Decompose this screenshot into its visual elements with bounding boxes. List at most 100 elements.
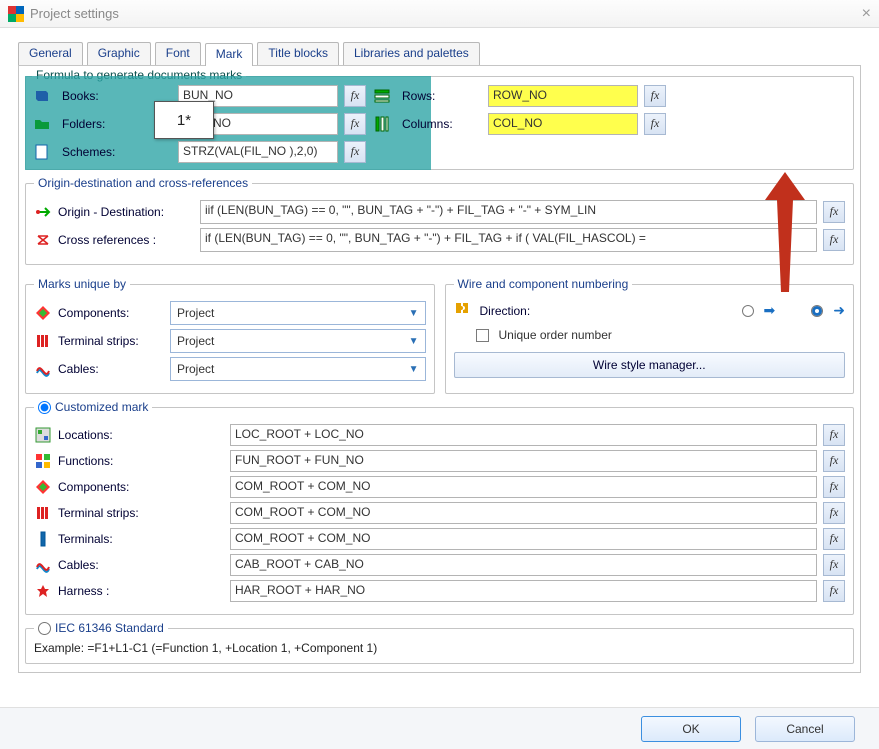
unique-components-label: Components:	[58, 306, 129, 320]
origin-section: Origin-destination and cross-references …	[25, 176, 854, 265]
custom-terminal-strips-label: Terminal strips:	[58, 506, 139, 520]
custom-cables-label: Cables:	[58, 558, 99, 572]
direction-radio-down[interactable]	[742, 305, 754, 317]
tstrip-icon	[34, 332, 52, 350]
app-icon	[8, 6, 24, 22]
schemes-formula-input[interactable]: STRZ(VAL(FIL_NO ),2,0)	[178, 141, 338, 163]
custom-components-label: Components:	[58, 480, 129, 494]
direction-radio-right[interactable]	[811, 305, 823, 317]
tab-general[interactable]: General	[18, 42, 83, 65]
formula-section-title: Formula to generate documents marks	[32, 68, 246, 82]
fx-rows[interactable]: fx	[644, 85, 666, 107]
functions-icon	[34, 452, 52, 470]
tab-mark[interactable]: Mark	[205, 43, 254, 66]
fx-custom-locations[interactable]: fx	[823, 424, 845, 446]
direction-label: Direction:	[480, 304, 531, 318]
columns-formula-input[interactable]: COL_NO	[488, 113, 638, 135]
locations-icon	[34, 426, 52, 444]
custom-section: Customized mark Locations: LOC_ROOT + LOC…	[25, 400, 854, 615]
unique-cables-label: Cables:	[58, 362, 99, 376]
unique-tstrips-select[interactable]: Project▼	[170, 329, 426, 353]
title-bar: Project settings ×	[0, 0, 879, 28]
unique-cables-select[interactable]: Project▼	[170, 357, 426, 381]
terminals-icon	[34, 530, 52, 548]
puzzle-icon	[454, 301, 470, 320]
unique-tstrips-label: Terminal strips:	[58, 334, 139, 348]
fx-custom-functions[interactable]: fx	[823, 450, 845, 472]
fx-custom-terminal-strips[interactable]: fx	[823, 502, 845, 524]
fx-origin[interactable]: fx	[823, 201, 845, 223]
tab-panel-mark: Formula to generate documents marks 1* B…	[18, 66, 861, 673]
custom-terminal-strips-input[interactable]: COM_ROOT + COM_NO	[230, 502, 817, 524]
fx-columns[interactable]: fx	[644, 113, 666, 135]
custom-components-input[interactable]: COM_ROOT + COM_NO	[230, 476, 817, 498]
ok-button[interactable]: OK	[641, 716, 741, 742]
harness-icon	[34, 582, 52, 600]
columns-label: Columns:	[402, 117, 482, 131]
xref-formula-input[interactable]: if (LEN(BUN_TAG) == 0, "", BUN_TAG + "-"…	[200, 228, 817, 252]
xref-label: Cross references :	[58, 233, 156, 247]
custom-terminals-label: Terminals:	[58, 532, 113, 546]
custom-mark-radio[interactable]	[38, 401, 51, 414]
cancel-button[interactable]: Cancel	[755, 716, 855, 742]
window-title: Project settings	[30, 6, 862, 21]
unique-section-title: Marks unique by	[34, 277, 130, 291]
xref-icon	[34, 231, 52, 249]
cables-icon	[34, 360, 52, 378]
cables-icon	[34, 556, 52, 574]
rows-label: Rows:	[402, 89, 482, 103]
arrow-down-icon: ➡	[764, 302, 776, 319]
close-icon[interactable]: ×	[862, 5, 871, 23]
custom-functions-label: Functions:	[58, 454, 113, 468]
callout-1: 1*	[154, 101, 214, 139]
rows-formula-input[interactable]: ROW_NO	[488, 85, 638, 107]
fx-custom-components[interactable]: fx	[823, 476, 845, 498]
fx-custom-cables[interactable]: fx	[823, 554, 845, 576]
custom-harness-input[interactable]: HAR_ROOT + HAR_NO	[230, 580, 817, 602]
chevron-down-icon: ▼	[409, 364, 419, 375]
unique-order-label: Unique order number	[499, 328, 612, 342]
tab-graphic[interactable]: Graphic	[87, 42, 151, 65]
custom-section-title: Customized mark	[55, 400, 148, 414]
columns-icon	[374, 116, 390, 132]
origin-icon	[34, 203, 52, 221]
custom-locations-label: Locations:	[58, 428, 113, 442]
folders-icon	[34, 116, 50, 132]
wire-style-manager-button[interactable]: Wire style manager...	[454, 352, 846, 378]
wire-section: Wire and component numbering Direction: …	[445, 277, 855, 394]
components-icon	[34, 478, 52, 496]
books-icon	[34, 88, 50, 104]
custom-locations-input[interactable]: LOC_ROOT + LOC_NO	[230, 424, 817, 446]
custom-cables-input[interactable]: CAB_ROOT + CAB_NO	[230, 554, 817, 576]
tab-libraries[interactable]: Libraries and palettes	[343, 42, 480, 65]
chevron-down-icon: ▼	[409, 336, 419, 347]
unique-order-checkbox[interactable]	[476, 329, 489, 342]
custom-functions-input[interactable]: FUN_ROOT + FUN_NO	[230, 450, 817, 472]
tstrip-icon	[34, 504, 52, 522]
fx-books[interactable]: fx	[344, 85, 366, 107]
tab-title-blocks[interactable]: Title blocks	[257, 42, 339, 65]
dialog-footer: OK Cancel	[0, 707, 879, 749]
components-icon	[34, 304, 52, 322]
wire-section-title: Wire and component numbering	[454, 277, 633, 291]
iec-section: IEC 61346 Standard Example: =F1+L1-C1 (=…	[25, 621, 854, 664]
schemes-label: Schemes:	[62, 145, 172, 159]
tab-font[interactable]: Font	[155, 42, 201, 65]
fx-custom-harness[interactable]: fx	[823, 580, 845, 602]
custom-terminals-input[interactable]: COM_ROOT + COM_NO	[230, 528, 817, 550]
iec-example: Example: =F1+L1-C1 (=Function 1, +Locati…	[34, 641, 845, 655]
schemes-icon	[34, 144, 50, 160]
origin-label: Origin - Destination:	[58, 205, 164, 219]
origin-formula-input[interactable]: iif (LEN(BUN_TAG) == 0, "", BUN_TAG + "-…	[200, 200, 817, 224]
origin-section-title: Origin-destination and cross-references	[34, 176, 252, 190]
fx-schemes[interactable]: fx	[344, 141, 366, 163]
arrow-right-icon: ➜	[833, 302, 845, 319]
tab-strip: General Graphic Font Mark Title blocks L…	[18, 42, 861, 66]
unique-components-select[interactable]: Project▼	[170, 301, 426, 325]
fx-custom-terminals[interactable]: fx	[823, 528, 845, 550]
fx-xref[interactable]: fx	[823, 229, 845, 251]
chevron-down-icon: ▼	[409, 308, 419, 319]
rows-icon	[374, 88, 390, 104]
iec-radio[interactable]	[38, 622, 51, 635]
fx-folders[interactable]: fx	[344, 113, 366, 135]
